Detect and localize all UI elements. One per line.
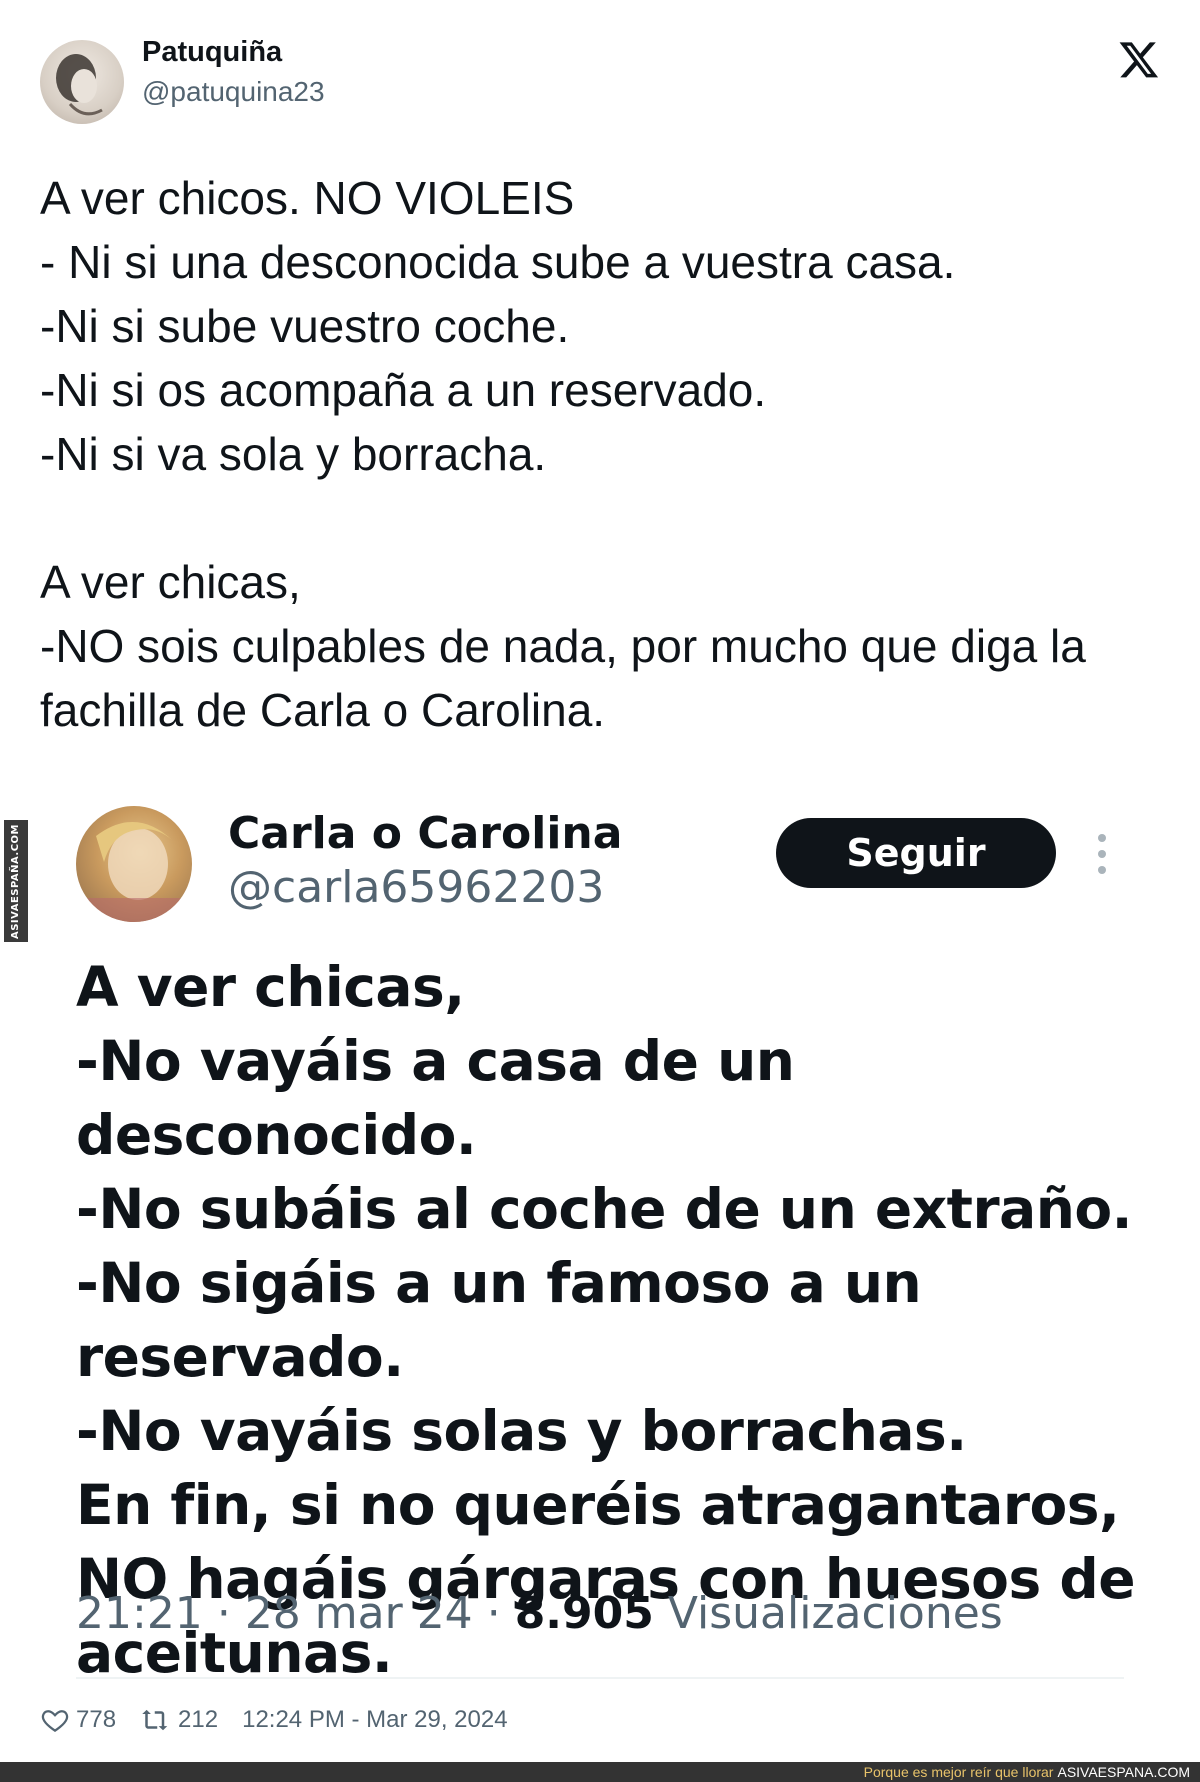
views-count: 8.905 bbox=[514, 1588, 654, 1639]
embedded-tweet-meta: 21:21 · 28 mar 24 · 8.905 Visualizacione… bbox=[76, 1588, 1003, 1639]
heart-icon bbox=[41, 1710, 69, 1732]
tweet-text: A ver chicos. NO VIOLEIS - Ni si una des… bbox=[40, 172, 1086, 736]
embedded-time: 21:21 bbox=[76, 1588, 203, 1639]
author-handle[interactable]: @patuquina23 bbox=[142, 76, 325, 108]
like-stat[interactable]: 778 bbox=[40, 1705, 116, 1735]
more-options-icon bbox=[1098, 834, 1106, 874]
site-name[interactable]: ASIVAESPANA.COM bbox=[1057, 1764, 1190, 1780]
embedded-tweet-screenshot: Carla o Carolina @carla65962203 Seguir A… bbox=[0, 790, 1200, 1690]
follow-button: Seguir bbox=[776, 818, 1056, 888]
embedded-tweet-text: A ver chicas, -No vayáis a casa de un de… bbox=[76, 955, 1136, 1685]
views-label: Visualizaciones bbox=[667, 1588, 1003, 1639]
site-footer-bar: Porque es mejor reír que llorar ASIVAESP… bbox=[0, 1762, 1200, 1782]
retweet-icon bbox=[142, 1709, 168, 1731]
embedded-author-handle: @carla65962203 bbox=[228, 862, 605, 913]
embedded-author-name: Carla o Carolina bbox=[228, 808, 623, 859]
embedded-divider bbox=[76, 1677, 1124, 1679]
embedded-author-avatar bbox=[76, 806, 192, 922]
retweet-count: 212 bbox=[178, 1706, 219, 1733]
meta-separator: · bbox=[486, 1588, 501, 1639]
x-logo-icon[interactable] bbox=[1118, 38, 1160, 80]
tweet-stats: 778 212 12:24 PM - Mar 29, 2024 bbox=[40, 1702, 508, 1738]
meta-separator: · bbox=[216, 1588, 231, 1639]
author-avatar[interactable] bbox=[40, 40, 124, 124]
site-tagline: Porque es mejor reír que llorar bbox=[863, 1764, 1054, 1780]
tweet-timestamp[interactable]: 12:24 PM - Mar 29, 2024 bbox=[242, 1706, 507, 1734]
retweet-stat[interactable]: 212 bbox=[140, 1705, 218, 1735]
author-name[interactable]: Patuquiña bbox=[142, 36, 282, 69]
embedded-date: 28 mar 24 bbox=[244, 1588, 473, 1639]
like-count: 778 bbox=[76, 1706, 117, 1733]
